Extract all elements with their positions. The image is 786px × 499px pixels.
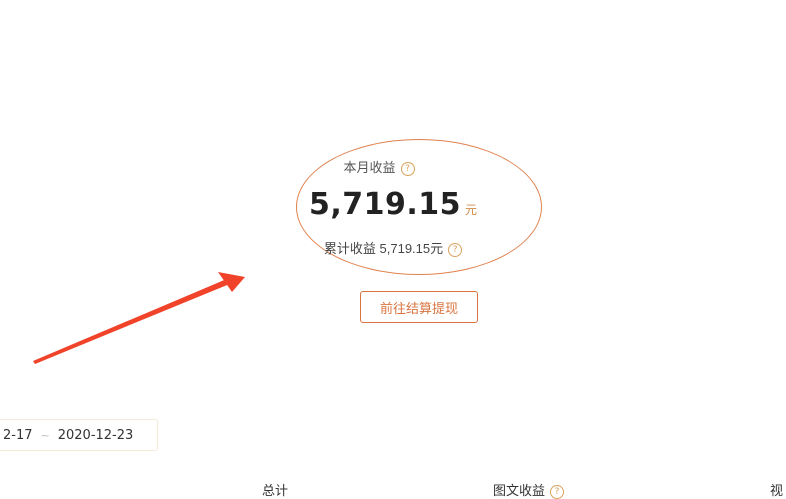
date-range-separator: ~ <box>40 428 50 442</box>
date-range-picker[interactable]: 2-17 ~ 2020-12-23 <box>0 419 158 451</box>
withdraw-button[interactable]: 前往结算提现 <box>360 291 478 323</box>
total-earnings-amount: 5,719.15元 <box>379 241 444 256</box>
question-circle-icon[interactable]: ? <box>400 162 415 176</box>
total-earnings-row: 累计收益 5,719.15元? <box>0 238 786 257</box>
date-range-end[interactable]: 2020-12-23 <box>58 428 134 443</box>
arrow-shaft <box>33 278 232 364</box>
month-earnings-amount-row: 5,719.15 元 <box>0 187 786 222</box>
column-header-video: 视 <box>770 483 784 498</box>
question-circle-icon[interactable]: ? <box>448 243 463 257</box>
question-circle-icon[interactable]: ? <box>550 485 565 499</box>
column-header-total: 总计 <box>262 483 289 498</box>
month-earnings-amount: 5,719.15 <box>308 187 462 222</box>
month-earnings-label: 本月收益 <box>343 160 396 175</box>
column-header-article-earnings: 图文收益? <box>493 480 565 499</box>
month-earnings-title: 本月收益? <box>0 157 772 176</box>
column-header-article-earnings-label: 图文收益 <box>493 483 546 498</box>
arrow-head <box>218 272 245 292</box>
amount-unit: 元 <box>465 203 478 217</box>
date-range-start[interactable]: 2-17 <box>3 428 33 443</box>
total-earnings-label: 累计收益 <box>323 241 376 256</box>
